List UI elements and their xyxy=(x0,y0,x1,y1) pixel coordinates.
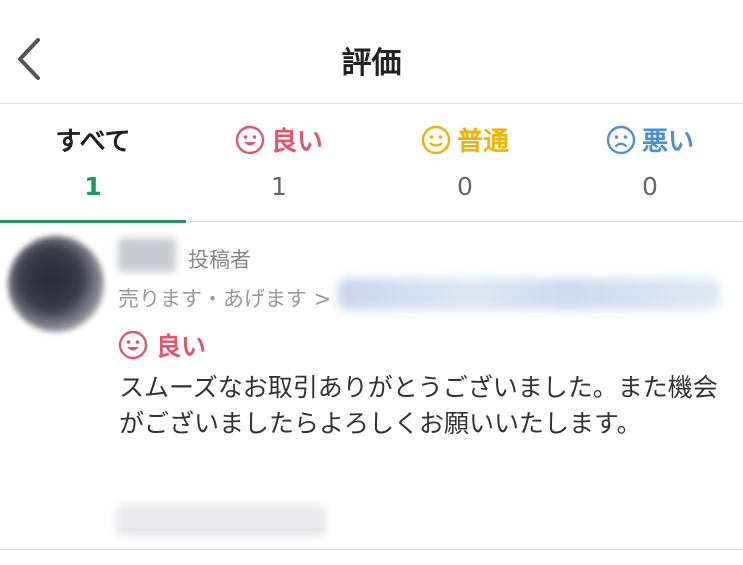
sad-face-icon xyxy=(606,125,636,154)
avatar[interactable] xyxy=(8,236,104,332)
smile-face-icon xyxy=(235,125,265,154)
tab-bad-label: 悪い xyxy=(641,127,694,157)
tab-good-count: 1 xyxy=(271,172,287,201)
tab-all-label: すべて xyxy=(55,127,131,157)
tab-normal-count: 0 xyxy=(457,172,473,201)
review-date-blurred xyxy=(116,505,326,537)
smile-face-icon xyxy=(118,330,148,360)
trade-title-blurred[interactable] xyxy=(338,278,720,310)
review-item: 投稿者 売ります・あげます > 良い スムーズなお取引ありがとうございました。ま… xyxy=(0,222,743,550)
poster-role-label: 投稿者 xyxy=(188,248,251,272)
tab-good[interactable]: 良い 1 xyxy=(186,104,372,222)
trade-category-link[interactable]: 売ります・あげます > xyxy=(118,283,331,313)
tab-bad[interactable]: 悪い 0 xyxy=(557,104,743,222)
tab-good-label: 良い xyxy=(270,127,323,157)
neutral-face-icon xyxy=(421,125,451,154)
tab-normal-label: 普通 xyxy=(456,127,509,157)
tab-normal[interactable]: 普通 0 xyxy=(372,104,558,222)
review-comment: スムーズなお取引ありがとうございました。また機会がございましたらよろしくお願いい… xyxy=(119,373,718,438)
tab-all[interactable]: すべて 1 xyxy=(0,104,186,223)
tab-all-count: 1 xyxy=(84,172,102,201)
tab-bad-count: 0 xyxy=(642,172,658,201)
username-blurred[interactable] xyxy=(118,238,176,272)
review-rating: 良い xyxy=(118,327,206,363)
rating-tabs: すべて 1 良い 1 普通 0 悪い 0 xyxy=(0,104,743,223)
page-title: 評価 xyxy=(341,46,402,81)
app-header: 評価 xyxy=(0,0,743,104)
review-rating-label: 良い xyxy=(156,332,207,361)
